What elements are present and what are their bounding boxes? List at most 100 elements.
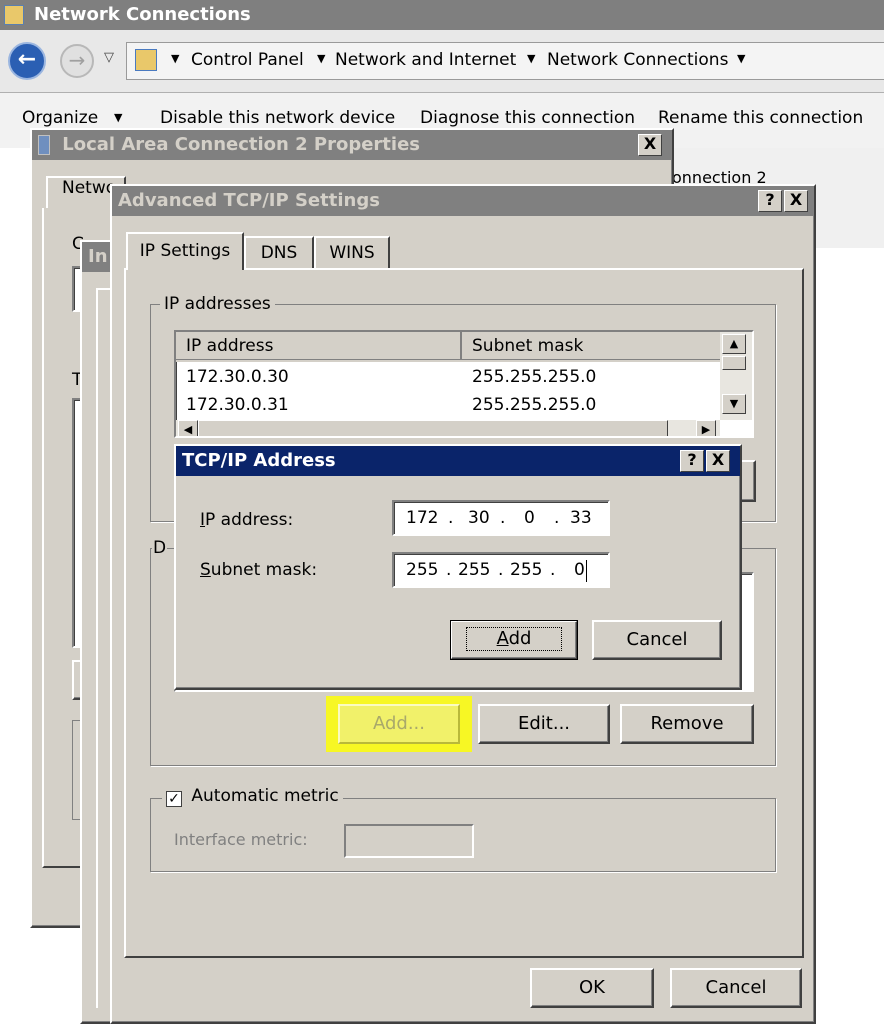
tcpip-cancel-label: Cancel — [626, 629, 688, 650]
breadcrumb-chevron-icon[interactable]: ▼ — [737, 52, 745, 65]
toolbar-diagnose[interactable]: Diagnose this connection — [420, 108, 635, 128]
tcpip-titlebar: TCP/IP Address — [176, 446, 740, 476]
tcpip-ip-input[interactable]: 172 . 30 . 0 . 33 — [392, 500, 610, 536]
forward-button[interactable]: → — [60, 44, 94, 78]
column-header-mask-label: Subnet mask — [472, 336, 584, 356]
advanced-titlebar: Advanced TCP/IP Settings — [112, 186, 814, 216]
automatic-metric-label: Automatic metric — [191, 786, 339, 806]
tab-wins[interactable]: WINS — [314, 236, 390, 268]
tcpip-ip-label: IP address: — [200, 510, 293, 530]
forward-arrow-icon: → — [68, 48, 86, 72]
breadcrumb-chevron-icon: ▼ — [317, 52, 326, 65]
ip-octet-1[interactable]: 172 — [406, 508, 438, 528]
tcpip-mask-input[interactable]: 255 . 255 . 255 . 0 — [392, 552, 610, 588]
default-gateways-group-label: D — [152, 538, 168, 558]
scroll-thumb[interactable] — [722, 356, 746, 370]
help-icon: ? — [765, 190, 775, 209]
octet-dot: . — [498, 560, 504, 580]
tcpip-mask-label: Subnet mask: — [200, 560, 317, 580]
row-mask: 255.255.255.0 — [472, 395, 597, 415]
advanced-close-button[interactable]: X — [784, 190, 808, 212]
tcpip-add-accel: A — [496, 628, 509, 649]
history-dropdown-icon[interactable]: ▽ — [104, 50, 114, 65]
toolbar-rename[interactable]: Rename this connection — [658, 108, 863, 128]
scroll-right-button[interactable]: ▶ — [696, 420, 716, 436]
explorer-titlebar: Network Connections — [0, 0, 884, 30]
gateway-add-button[interactable]: Add... — [338, 704, 460, 744]
gateway-add-label: Add... — [372, 713, 425, 734]
ipv4-title: In — [88, 246, 108, 267]
help-icon: ? — [687, 450, 697, 469]
gateway-remove-button[interactable]: Remove — [620, 704, 754, 744]
tcpip-cancel-button[interactable]: Cancel — [592, 620, 722, 660]
mask-octet-1[interactable]: 255 — [406, 560, 438, 580]
breadcrumb-control-panel[interactable]: Control Panel — [191, 50, 304, 70]
tcpip-add-label: Add — [465, 627, 563, 651]
text-cursor — [586, 560, 587, 582]
ip-octet-2[interactable]: 30 — [468, 508, 490, 528]
row-mask: 255.255.255.0 — [472, 367, 597, 387]
mask-octet-4[interactable]: 0 — [574, 560, 585, 580]
close-icon: X — [711, 450, 725, 469]
scroll-up-button[interactable]: ▲ — [722, 334, 746, 354]
octet-dot: . — [446, 560, 452, 580]
lac-close-button[interactable]: X — [638, 134, 662, 156]
advanced-title: Advanced TCP/IP Settings — [118, 190, 380, 211]
gateway-edit-label: Edit... — [517, 713, 571, 734]
advanced-cancel-button[interactable]: Cancel — [670, 968, 802, 1008]
up-arrow-icon: ▲ — [729, 337, 739, 350]
gateway-edit-button[interactable]: Edit... — [478, 704, 610, 744]
mask-octet-2[interactable]: 255 — [458, 560, 490, 580]
ip-list-hscroll[interactable]: ◀ ▶ — [176, 420, 720, 436]
ip-octet-3[interactable]: 0 — [524, 508, 535, 528]
ip-octet-4[interactable]: 33 — [570, 508, 592, 528]
close-icon: X — [643, 134, 657, 153]
control-panel-icon — [135, 49, 157, 71]
down-arrow-icon: ▼ — [729, 397, 739, 410]
automatic-metric-checkbox[interactable]: ✓ — [166, 791, 182, 807]
tab-ip-settings[interactable]: IP Settings — [126, 232, 244, 270]
hscroll-thumb[interactable] — [198, 420, 668, 436]
breadcrumb-chevron-icon: ▼ — [527, 52, 536, 65]
tcpip-close-button[interactable]: X — [706, 450, 730, 472]
lac-tab-label: Netwo — [62, 178, 117, 198]
right-arrow-icon: ▶ — [701, 423, 711, 436]
interface-metric-input[interactable] — [344, 824, 474, 858]
octet-dot: . — [550, 560, 556, 580]
table-row[interactable]: 172.30.0.31 255.255.255.0 — [176, 392, 720, 420]
tab-dns[interactable]: DNS — [244, 236, 314, 268]
network-folder-icon — [4, 5, 24, 25]
address-field[interactable]: ▼ Control Panel ▼ Network and Internet ▼… — [126, 42, 884, 80]
tab-wins-label: WINS — [329, 243, 375, 263]
row-ip: 172.30.0.31 — [186, 395, 289, 415]
column-header-ip-label: IP address — [186, 336, 274, 356]
lac-network-icon — [38, 135, 50, 155]
scroll-down-button[interactable]: ▼ — [722, 394, 746, 414]
octet-dot: . — [554, 508, 560, 528]
lac-titlebar: Local Area Connection 2 Properties — [32, 130, 672, 160]
tcpip-address-dialog: TCP/IP Address ? X IP address: 172 . 30 … — [174, 444, 742, 690]
tcpip-mask-label-rest: ubnet mask: — [210, 560, 318, 580]
automatic-metric-checkbox-row[interactable]: ✓ Automatic metric — [162, 786, 343, 810]
advanced-help-button[interactable]: ? — [758, 190, 782, 212]
tcpip-add-rest: dd — [508, 628, 532, 649]
toolbar-disable-device[interactable]: Disable this network device — [160, 108, 395, 128]
toolbar-organize[interactable]: Organize — [22, 108, 98, 128]
advanced-ok-button[interactable]: OK — [530, 968, 654, 1008]
octet-dot: . — [500, 508, 506, 528]
back-button[interactable]: ← — [8, 42, 46, 80]
mask-octet-3[interactable]: 255 — [510, 560, 542, 580]
column-header-ip[interactable]: IP address — [176, 332, 462, 360]
column-header-mask[interactable]: Subnet mask — [462, 332, 720, 360]
breadcrumb-network-connections[interactable]: Network Connections — [547, 50, 728, 70]
tcpip-add-button[interactable]: Add — [450, 620, 578, 660]
tcpip-help-button[interactable]: ? — [680, 450, 704, 472]
advanced-ok-label: OK — [579, 977, 605, 998]
ip-list-header: IP address Subnet mask — [176, 332, 720, 362]
ip-list-vscroll[interactable]: ▲ ▼ — [720, 332, 752, 420]
scroll-left-button[interactable]: ◀ — [178, 420, 198, 436]
breadcrumb-network-internet[interactable]: Network and Internet — [335, 50, 516, 70]
ip-address-list[interactable]: IP address Subnet mask 172.30.0.30 255.2… — [174, 330, 754, 438]
tcpip-title: TCP/IP Address — [182, 450, 336, 471]
table-row[interactable]: 172.30.0.30 255.255.255.0 — [176, 364, 720, 392]
